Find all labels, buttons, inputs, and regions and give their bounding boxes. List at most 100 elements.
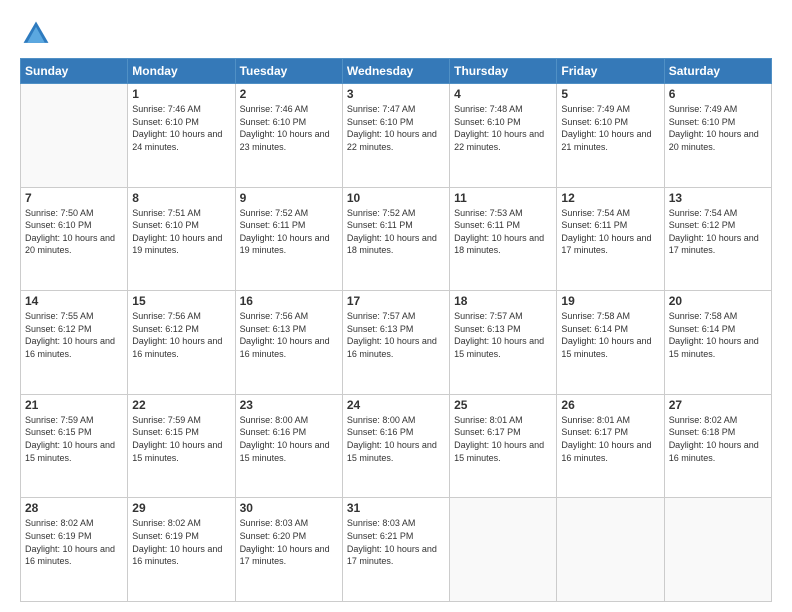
cell-info: Sunrise: 7:59 AM Sunset: 6:15 PM Dayligh…	[25, 414, 123, 464]
day-number: 3	[347, 87, 445, 101]
calendar-cell	[21, 84, 128, 188]
cell-info: Sunrise: 7:57 AM Sunset: 6:13 PM Dayligh…	[454, 310, 552, 360]
header-sunday: Sunday	[21, 59, 128, 84]
calendar-cell	[557, 498, 664, 602]
calendar-cell: 6 Sunrise: 7:49 AM Sunset: 6:10 PM Daylig…	[664, 84, 771, 188]
day-number: 13	[669, 191, 767, 205]
week-row-4: 28 Sunrise: 8:02 AM Sunset: 6:19 PM Dayli…	[21, 498, 772, 602]
calendar-header-row: SundayMondayTuesdayWednesdayThursdayFrid…	[21, 59, 772, 84]
week-row-2: 14Sunrise: 7:55 AM Sunset: 6:12 PM Dayli…	[21, 291, 772, 395]
calendar-cell: 23 Sunrise: 8:00 AM Sunset: 6:16 PM Dayli…	[235, 394, 342, 498]
cell-info: Sunrise: 7:47 AM Sunset: 6:10 PM Dayligh…	[347, 103, 445, 153]
calendar-cell: 18 Sunrise: 7:57 AM Sunset: 6:13 PM Dayli…	[450, 291, 557, 395]
cell-info: Sunrise: 7:48 AM Sunset: 6:10 PM Dayligh…	[454, 103, 552, 153]
header	[20, 18, 772, 50]
cell-info: Sunrise: 7:51 AM Sunset: 6:10 PM Dayligh…	[132, 207, 230, 257]
day-number: 16	[240, 294, 338, 308]
calendar-cell	[450, 498, 557, 602]
day-number: 25	[454, 398, 552, 412]
header-saturday: Saturday	[664, 59, 771, 84]
cell-info: Sunrise: 7:49 AM Sunset: 6:10 PM Dayligh…	[669, 103, 767, 153]
cell-info: Sunrise: 7:46 AM Sunset: 6:10 PM Dayligh…	[240, 103, 338, 153]
day-number: 17	[347, 294, 445, 308]
cell-info: Sunrise: 8:00 AM Sunset: 6:16 PM Dayligh…	[347, 414, 445, 464]
cell-info: Sunrise: 7:54 AM Sunset: 6:11 PM Dayligh…	[561, 207, 659, 257]
cell-info: Sunrise: 8:01 AM Sunset: 6:17 PM Dayligh…	[561, 414, 659, 464]
day-number: 14	[25, 294, 123, 308]
header-monday: Monday	[128, 59, 235, 84]
calendar-cell: 3 Sunrise: 7:47 AM Sunset: 6:10 PM Daylig…	[342, 84, 449, 188]
cell-info: Sunrise: 8:00 AM Sunset: 6:16 PM Dayligh…	[240, 414, 338, 464]
calendar-cell	[664, 498, 771, 602]
header-thursday: Thursday	[450, 59, 557, 84]
day-number: 27	[669, 398, 767, 412]
cell-info: Sunrise: 7:49 AM Sunset: 6:10 PM Dayligh…	[561, 103, 659, 153]
calendar-cell: 16 Sunrise: 7:56 AM Sunset: 6:13 PM Dayli…	[235, 291, 342, 395]
day-number: 11	[454, 191, 552, 205]
cell-info: Sunrise: 7:56 AM Sunset: 6:12 PM Dayligh…	[132, 310, 230, 360]
cell-info: Sunrise: 7:57 AM Sunset: 6:13 PM Dayligh…	[347, 310, 445, 360]
calendar-cell: 27 Sunrise: 8:02 AM Sunset: 6:18 PM Dayli…	[664, 394, 771, 498]
cell-info: Sunrise: 8:02 AM Sunset: 6:18 PM Dayligh…	[669, 414, 767, 464]
cell-info: Sunrise: 7:46 AM Sunset: 6:10 PM Dayligh…	[132, 103, 230, 153]
day-number: 10	[347, 191, 445, 205]
header-wednesday: Wednesday	[342, 59, 449, 84]
cell-info: Sunrise: 8:02 AM Sunset: 6:19 PM Dayligh…	[25, 517, 123, 567]
cell-info: Sunrise: 8:03 AM Sunset: 6:21 PM Dayligh…	[347, 517, 445, 567]
calendar-cell: 5Sunrise: 7:49 AM Sunset: 6:10 PM Daylig…	[557, 84, 664, 188]
day-number: 19	[561, 294, 659, 308]
calendar-cell: 17 Sunrise: 7:57 AM Sunset: 6:13 PM Dayli…	[342, 291, 449, 395]
logo-icon	[20, 18, 52, 50]
calendar-cell: 31 Sunrise: 8:03 AM Sunset: 6:21 PM Dayli…	[342, 498, 449, 602]
calendar-cell: 15 Sunrise: 7:56 AM Sunset: 6:12 PM Dayli…	[128, 291, 235, 395]
calendar-cell: 26 Sunrise: 8:01 AM Sunset: 6:17 PM Dayli…	[557, 394, 664, 498]
calendar-cell: 29 Sunrise: 8:02 AM Sunset: 6:19 PM Dayli…	[128, 498, 235, 602]
day-number: 29	[132, 501, 230, 515]
day-number: 9	[240, 191, 338, 205]
header-tuesday: Tuesday	[235, 59, 342, 84]
calendar-cell: 28 Sunrise: 8:02 AM Sunset: 6:19 PM Dayli…	[21, 498, 128, 602]
calendar-cell: 13 Sunrise: 7:54 AM Sunset: 6:12 PM Dayli…	[664, 187, 771, 291]
day-number: 18	[454, 294, 552, 308]
calendar-cell: 20Sunrise: 7:58 AM Sunset: 6:14 PM Dayli…	[664, 291, 771, 395]
calendar-cell: 11 Sunrise: 7:53 AM Sunset: 6:11 PM Dayli…	[450, 187, 557, 291]
cell-info: Sunrise: 8:01 AM Sunset: 6:17 PM Dayligh…	[454, 414, 552, 464]
day-number: 31	[347, 501, 445, 515]
header-friday: Friday	[557, 59, 664, 84]
day-number: 7	[25, 191, 123, 205]
day-number: 24	[347, 398, 445, 412]
day-number: 28	[25, 501, 123, 515]
calendar-table: SundayMondayTuesdayWednesdayThursdayFrid…	[20, 58, 772, 602]
calendar-cell: 7 Sunrise: 7:50 AM Sunset: 6:10 PM Daylig…	[21, 187, 128, 291]
day-number: 21	[25, 398, 123, 412]
calendar-cell: 22Sunrise: 7:59 AM Sunset: 6:15 PM Dayli…	[128, 394, 235, 498]
day-number: 15	[132, 294, 230, 308]
cell-info: Sunrise: 7:50 AM Sunset: 6:10 PM Dayligh…	[25, 207, 123, 257]
cell-info: Sunrise: 7:53 AM Sunset: 6:11 PM Dayligh…	[454, 207, 552, 257]
cell-info: Sunrise: 8:02 AM Sunset: 6:19 PM Dayligh…	[132, 517, 230, 567]
day-number: 23	[240, 398, 338, 412]
day-number: 26	[561, 398, 659, 412]
calendar-cell: 14Sunrise: 7:55 AM Sunset: 6:12 PM Dayli…	[21, 291, 128, 395]
day-number: 6	[669, 87, 767, 101]
calendar-cell: 30 Sunrise: 8:03 AM Sunset: 6:20 PM Dayli…	[235, 498, 342, 602]
day-number: 1	[132, 87, 230, 101]
page: SundayMondayTuesdayWednesdayThursdayFrid…	[0, 0, 792, 612]
calendar-cell: 25 Sunrise: 8:01 AM Sunset: 6:17 PM Dayli…	[450, 394, 557, 498]
cell-info: Sunrise: 7:56 AM Sunset: 6:13 PM Dayligh…	[240, 310, 338, 360]
day-number: 30	[240, 501, 338, 515]
cell-info: Sunrise: 7:59 AM Sunset: 6:15 PM Dayligh…	[132, 414, 230, 464]
calendar-cell: 21 Sunrise: 7:59 AM Sunset: 6:15 PM Dayli…	[21, 394, 128, 498]
week-row-1: 7 Sunrise: 7:50 AM Sunset: 6:10 PM Daylig…	[21, 187, 772, 291]
day-number: 4	[454, 87, 552, 101]
calendar-cell: 8 Sunrise: 7:51 AM Sunset: 6:10 PM Daylig…	[128, 187, 235, 291]
day-number: 2	[240, 87, 338, 101]
calendar-cell: 19Sunrise: 7:58 AM Sunset: 6:14 PM Dayli…	[557, 291, 664, 395]
cell-info: Sunrise: 8:03 AM Sunset: 6:20 PM Dayligh…	[240, 517, 338, 567]
cell-info: Sunrise: 7:54 AM Sunset: 6:12 PM Dayligh…	[669, 207, 767, 257]
cell-info: Sunrise: 7:58 AM Sunset: 6:14 PM Dayligh…	[669, 310, 767, 360]
calendar-cell: 12Sunrise: 7:54 AM Sunset: 6:11 PM Dayli…	[557, 187, 664, 291]
calendar-cell: 10Sunrise: 7:52 AM Sunset: 6:11 PM Dayli…	[342, 187, 449, 291]
day-number: 8	[132, 191, 230, 205]
cell-info: Sunrise: 7:52 AM Sunset: 6:11 PM Dayligh…	[240, 207, 338, 257]
